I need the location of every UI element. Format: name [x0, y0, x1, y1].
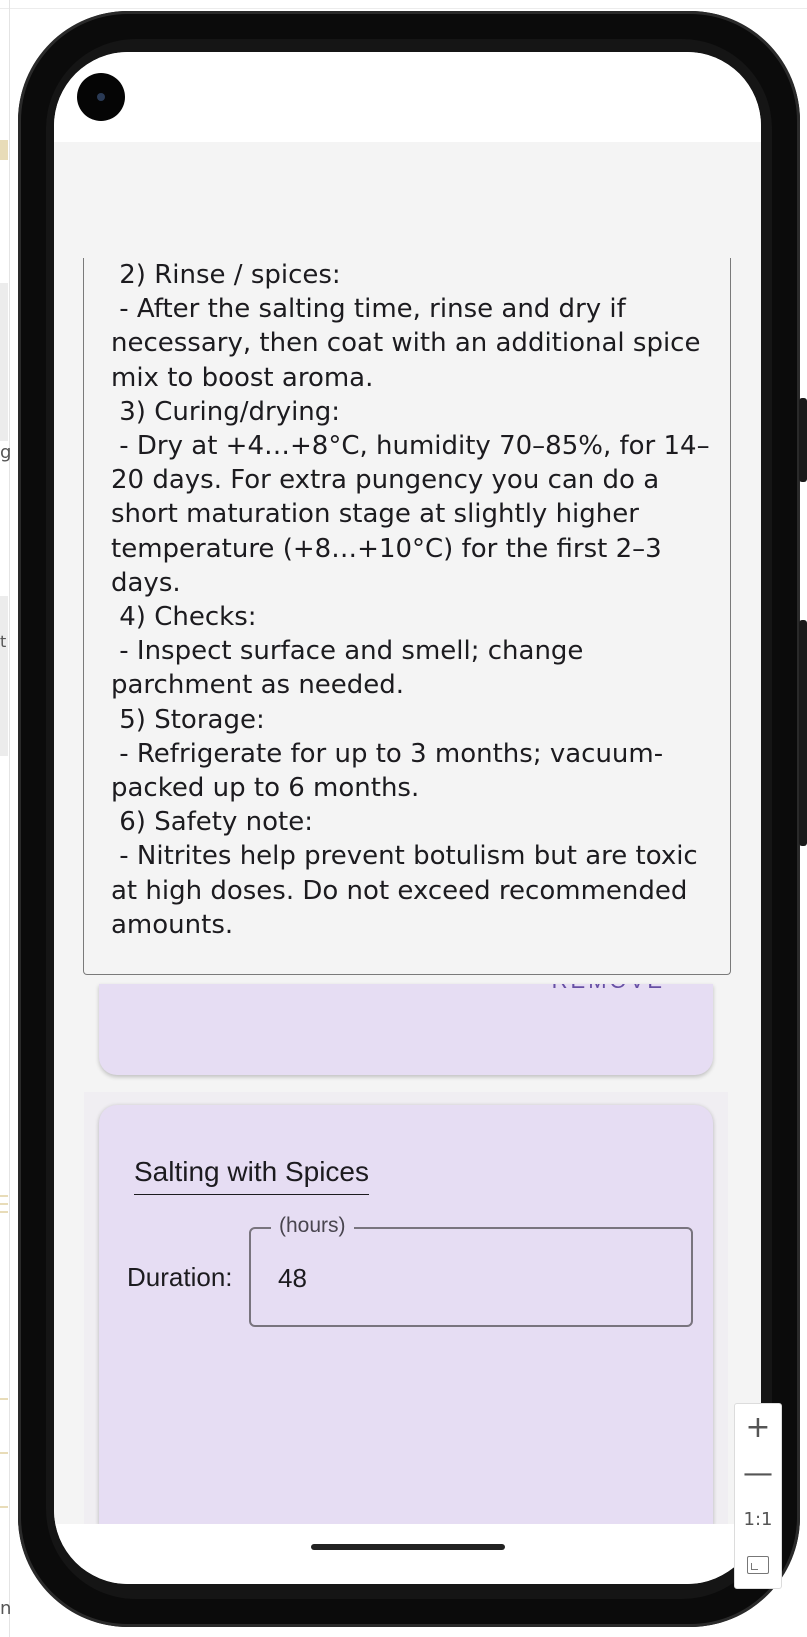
recipe-notes-field[interactable]: 2) Rinse / spices: - After the salting t…: [83, 258, 731, 975]
editor-edge-text: n: [0, 1598, 12, 1619]
device-volume-button: [799, 620, 807, 846]
front-camera: [77, 73, 125, 121]
navigation-bar: [54, 1524, 761, 1584]
previous-step-card: REMOVE: [99, 984, 713, 1075]
duration-label: Duration:: [127, 1262, 233, 1292]
editor-marker: [0, 1195, 8, 1197]
editor-edge-text: t: [0, 632, 7, 651]
editor-marker: [0, 1452, 8, 1454]
zoom-controls: + — 1:1: [734, 1403, 782, 1589]
editor-edge-text: g: [0, 442, 12, 463]
fit-screen-icon: [747, 1556, 769, 1574]
zoom-reset-button[interactable]: 1:1: [735, 1496, 781, 1542]
zoom-in-button[interactable]: +: [735, 1404, 781, 1450]
editor-marker: [0, 1506, 8, 1508]
editor-side-panel: [0, 283, 8, 441]
device-screen: 2) Rinse / spices: - After the salting t…: [54, 52, 761, 1584]
editor-marker: [0, 140, 8, 160]
zoom-fit-button[interactable]: [735, 1542, 781, 1588]
home-indicator[interactable]: [311, 1544, 505, 1550]
status-bar: [54, 52, 761, 142]
editor-left-border: [9, 0, 10, 1637]
duration-unit-label: (hours): [271, 1214, 354, 1238]
editor-top-divider: [0, 8, 807, 9]
zoom-out-button[interactable]: —: [735, 1450, 781, 1496]
step-title[interactable]: Salting with Spices: [134, 1156, 370, 1195]
device-power-button: [799, 398, 807, 482]
step-card: Salting with Spices Duration: (hours) 48: [99, 1105, 713, 1525]
remove-step-button[interactable]: REMOVE: [552, 984, 665, 994]
editor-side-panel: [0, 596, 8, 756]
duration-value[interactable]: 48: [278, 1263, 307, 1294]
app-content[interactable]: 2) Rinse / spices: - After the salting t…: [54, 142, 761, 1542]
duration-input[interactable]: (hours) 48: [249, 1214, 693, 1327]
editor-marker: [0, 1398, 8, 1400]
recipe-notes-text: 2) Rinse / spices: - After the salting t…: [111, 260, 710, 940]
editor-marker: [0, 1211, 8, 1213]
editor-marker: [0, 1203, 8, 1205]
